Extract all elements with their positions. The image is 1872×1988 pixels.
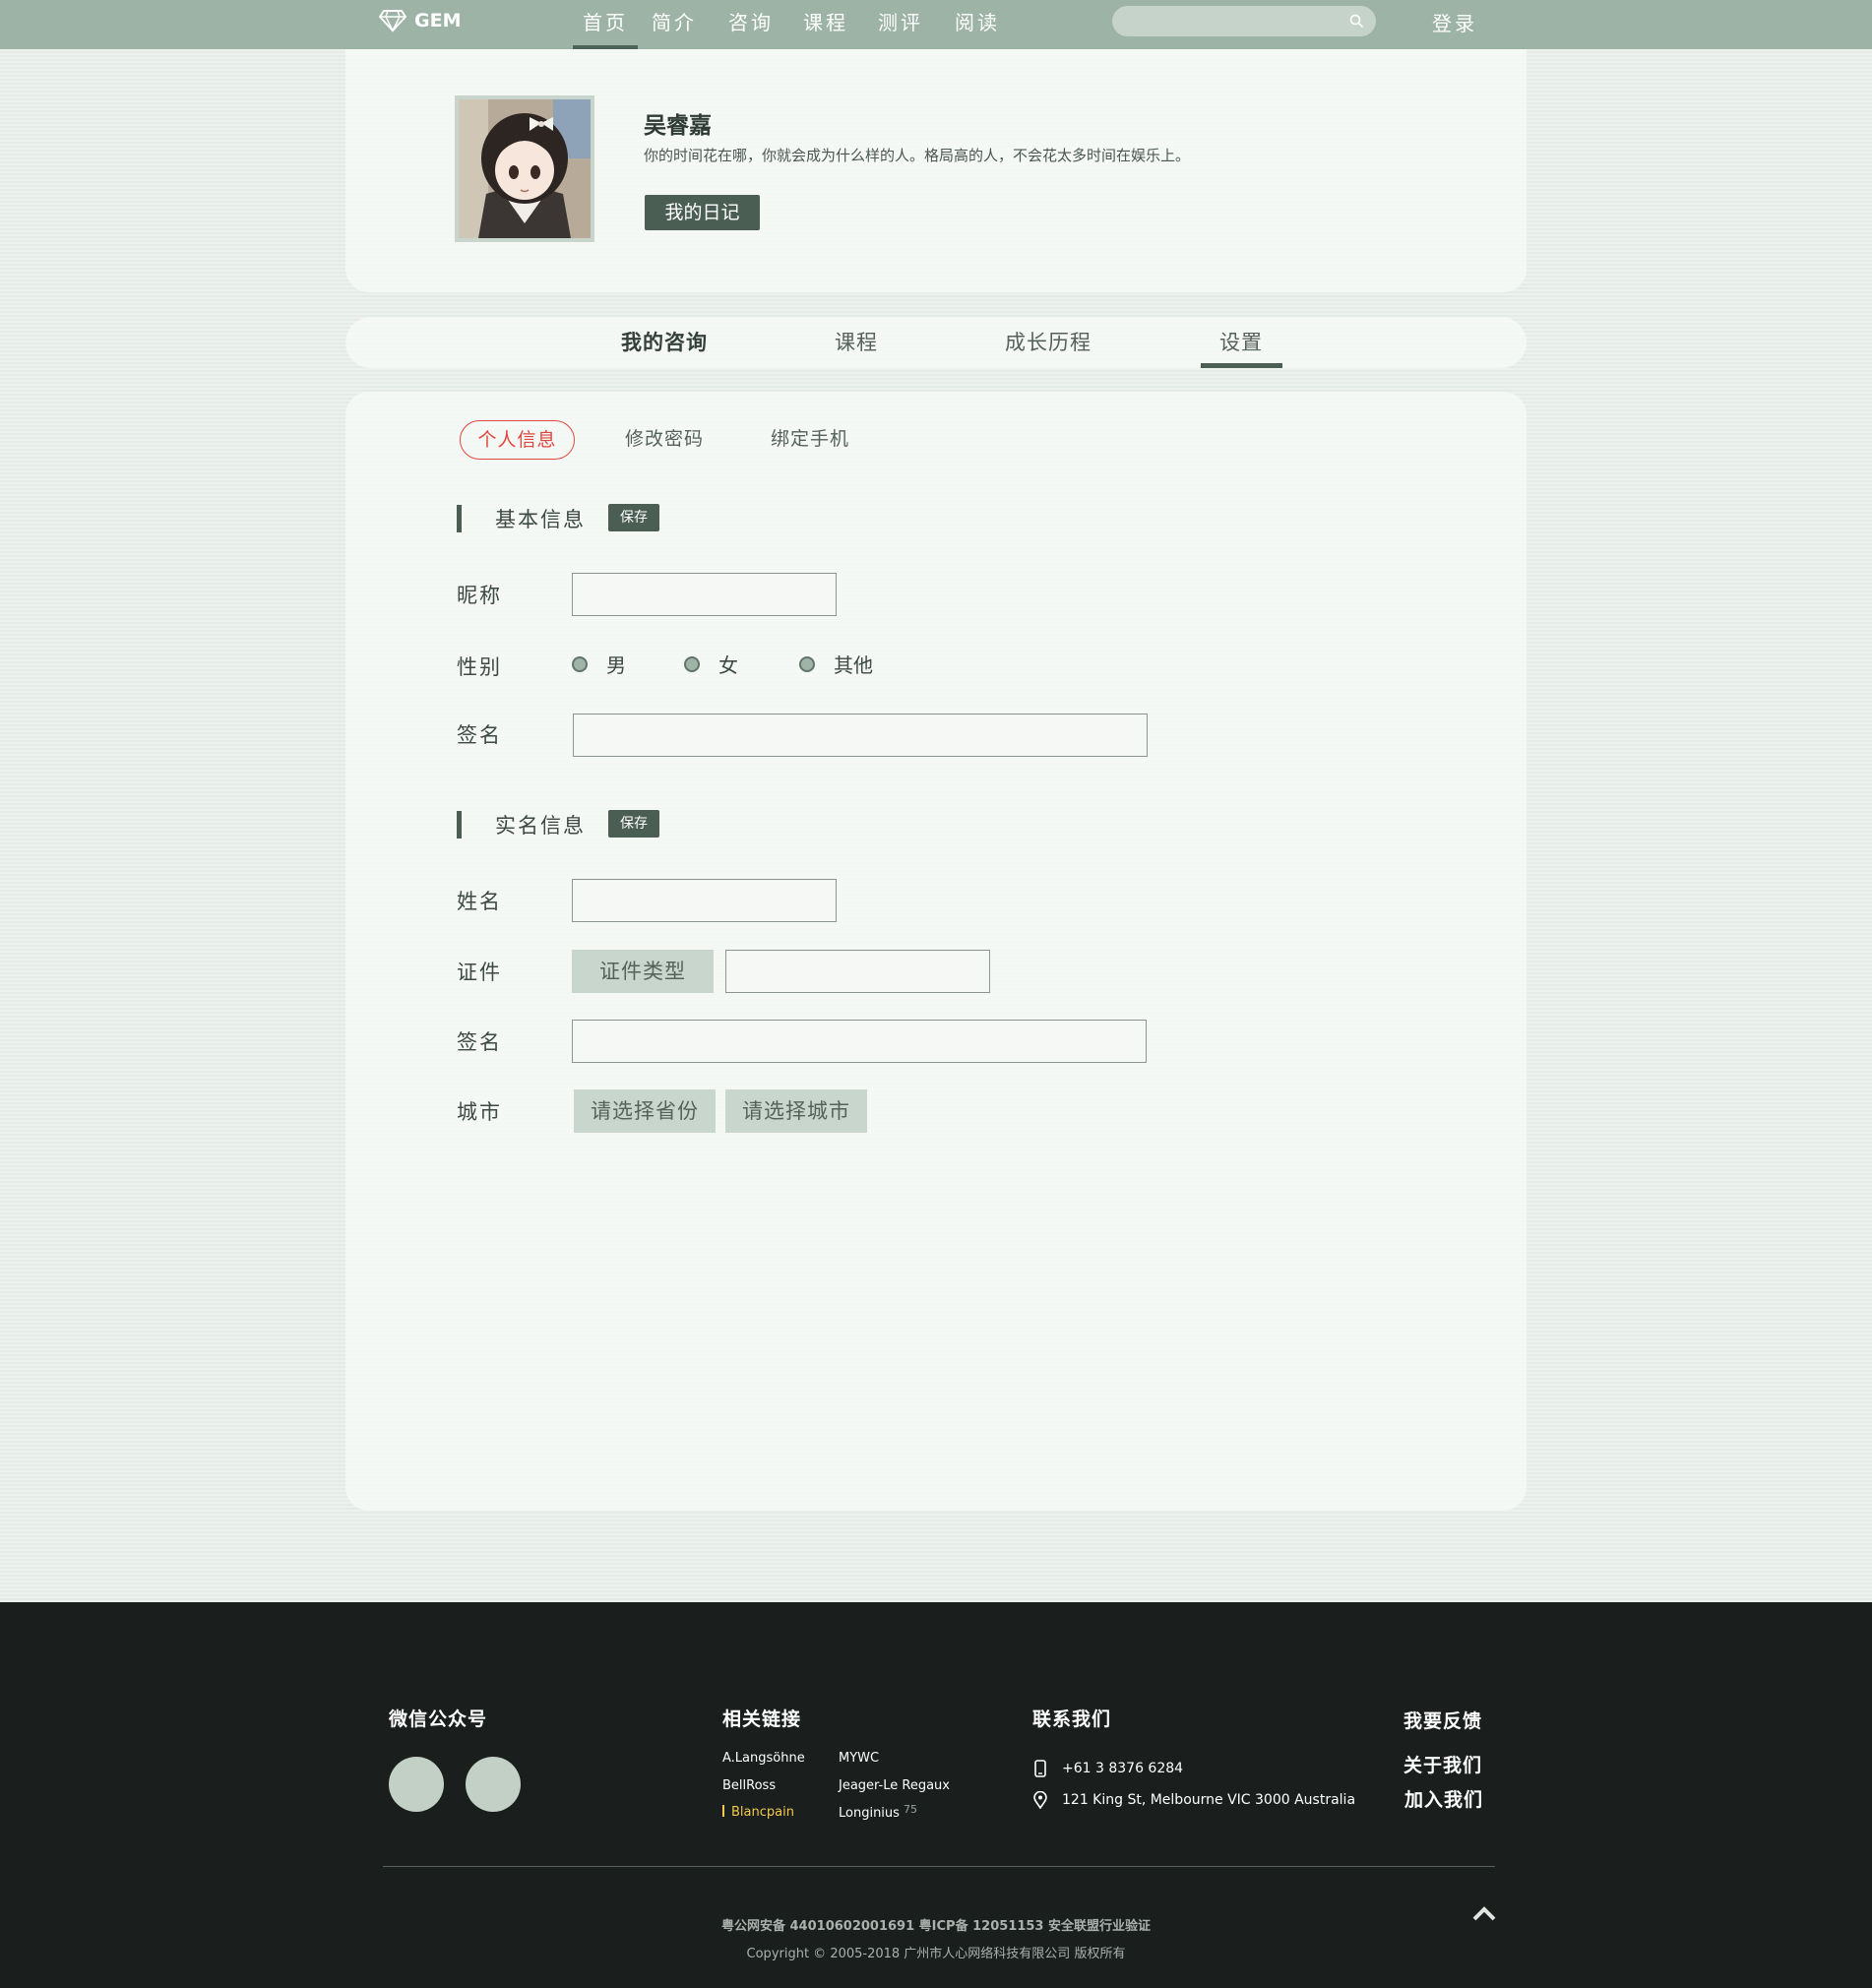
- signature-field[interactable]: [573, 714, 1148, 757]
- tab-growth[interactable]: 成长历程: [1005, 317, 1092, 368]
- links-title: 相关链接: [722, 1708, 802, 1730]
- city-select[interactable]: 请选择城市: [725, 1089, 867, 1133]
- feedback-link[interactable]: 我要反馈: [1404, 1707, 1482, 1733]
- main-nav: 首页 简介 咨询 课程 测评 阅读: [573, 0, 1005, 49]
- logo[interactable]: GEM: [379, 9, 461, 32]
- location-pin-icon: [1033, 1791, 1047, 1809]
- link-mywc[interactable]: MYWC: [839, 1751, 879, 1766]
- settings-panel: 个人信息 修改密码 绑定手机 基本信息 保存 昵称 性别 男 女 其他 签名 实…: [345, 392, 1527, 1511]
- wechat-qr-icon[interactable]: [389, 1757, 444, 1812]
- diamond-icon: [379, 10, 406, 32]
- profile-tabs: 我的咨询 课程 成长历程 设置: [345, 317, 1527, 368]
- basic-save-button[interactable]: 保存: [608, 504, 659, 531]
- basic-info-title: 基本信息: [495, 508, 586, 531]
- gender-female-label: 女: [718, 653, 738, 677]
- id-type-select[interactable]: 证件类型: [572, 950, 714, 993]
- footer: 微信公众号 相关链接 A.Langsöhne BellRoss Blancpai…: [0, 1602, 1872, 1988]
- province-select[interactable]: 请选择省份: [574, 1089, 716, 1133]
- nav-reading[interactable]: 阅读: [950, 0, 1005, 49]
- id-label: 证件: [457, 961, 502, 984]
- avatar-image: [459, 99, 591, 238]
- phone-icon: [1034, 1760, 1046, 1777]
- join-us-link[interactable]: 加入我们: [1404, 1785, 1483, 1812]
- realname-info-title: 实名信息: [495, 814, 586, 838]
- realname-signature-field[interactable]: [572, 1020, 1147, 1063]
- nav-consult[interactable]: 咨询: [723, 0, 779, 49]
- wechat-title: 微信公众号: [389, 1708, 488, 1730]
- link-langsohne[interactable]: A.Langsöhne: [722, 1751, 805, 1766]
- logo-text: GEM: [414, 10, 462, 31]
- tab-courses[interactable]: 课程: [835, 317, 878, 368]
- footer-divider: [383, 1866, 1495, 1867]
- realname-save-button[interactable]: 保存: [608, 810, 659, 838]
- tab-my-consult[interactable]: 我的咨询: [621, 317, 708, 368]
- gender-other-label: 其他: [834, 653, 873, 677]
- profile-card: 吴睿嘉 你的时间花在哪，你就会成为什么样的人。格局高的人，不会花太多时间在娱乐上…: [345, 49, 1527, 292]
- gender-label: 性别: [457, 655, 502, 679]
- link-marker: [722, 1805, 724, 1817]
- gender-other-radio[interactable]: 其他: [799, 650, 873, 678]
- tab-settings[interactable]: 设置: [1201, 317, 1282, 368]
- login-link[interactable]: 登录: [1432, 8, 1477, 36]
- link-badge: 75: [904, 1803, 917, 1816]
- copyright: Copyright © 2005-2018 广州市人心网络科技有限公司 版权所有: [746, 1947, 1126, 1961]
- user-name: 吴睿嘉: [644, 113, 712, 139]
- link-bellross[interactable]: BellRoss: [722, 1778, 776, 1793]
- signature-label: 签名: [457, 723, 502, 747]
- section-marker: [457, 811, 462, 839]
- nickname-field[interactable]: [572, 573, 837, 616]
- about-us-link[interactable]: 关于我们: [1404, 1751, 1482, 1777]
- nav-courses[interactable]: 课程: [798, 0, 853, 49]
- contact-address: 121 King St, Melbourne VIC 3000 Australi…: [1032, 1791, 1355, 1809]
- nav-home[interactable]: 首页: [573, 0, 638, 49]
- radio-circle-icon[interactable]: [799, 655, 815, 672]
- icp-info: 粤公网安备 44010602001691 粤ICP备 12051153 安全联盟…: [720, 1919, 1151, 1934]
- nickname-label: 昵称: [457, 584, 502, 607]
- link-jeager[interactable]: Jeager-Le Regaux: [839, 1778, 950, 1793]
- realname-signature-label: 签名: [457, 1030, 502, 1054]
- link-blancpain-label: Blancpain: [731, 1805, 794, 1820]
- section-marker: [457, 505, 462, 532]
- user-motto: 你的时间花在哪，你就会成为什么样的人。格局高的人，不会花太多时间在娱乐上。: [644, 147, 1191, 164]
- page: GEM 首页 简介 咨询 课程 测评 阅读 登录 吴睿嘉 你的时间花在哪，你就会…: [0, 0, 1872, 1988]
- gender-male-label: 男: [606, 653, 626, 677]
- nav-assessment[interactable]: 测评: [873, 0, 928, 49]
- back-to-top-icon[interactable]: [1471, 1905, 1497, 1921]
- gender-male-radio[interactable]: 男: [572, 650, 626, 678]
- contact-title: 联系我们: [1032, 1708, 1112, 1730]
- nav-intro[interactable]: 简介: [647, 0, 702, 49]
- realname-label: 姓名: [457, 890, 502, 913]
- phone-number: +61 3 8376 6284: [1062, 1761, 1184, 1776]
- subtab-bind-phone[interactable]: 绑定手机: [771, 420, 849, 460]
- realname-field[interactable]: [572, 879, 837, 922]
- contact-phone: +61 3 8376 6284: [1032, 1760, 1183, 1777]
- subtab-personal-info[interactable]: 个人信息: [460, 420, 575, 460]
- weibo-qr-icon[interactable]: [466, 1757, 521, 1812]
- link-longinius[interactable]: Longinius: [839, 1806, 900, 1821]
- my-diary-button[interactable]: 我的日记: [645, 195, 760, 230]
- address-text: 121 King St, Melbourne VIC 3000 Australi…: [1062, 1792, 1356, 1808]
- avatar[interactable]: [455, 95, 594, 242]
- search-icon[interactable]: [1349, 14, 1364, 29]
- city-label: 城市: [457, 1100, 502, 1124]
- id-number-field[interactable]: [725, 950, 990, 993]
- radio-circle-icon[interactable]: [572, 655, 588, 672]
- top-navbar: GEM 首页 简介 咨询 课程 测评 阅读 登录: [0, 0, 1872, 49]
- gender-female-radio[interactable]: 女: [684, 650, 738, 678]
- link-blancpain[interactable]: Blancpain: [722, 1805, 794, 1820]
- search-input[interactable]: [1112, 6, 1376, 36]
- radio-circle-icon[interactable]: [684, 655, 700, 672]
- subtab-change-password[interactable]: 修改密码: [625, 420, 704, 460]
